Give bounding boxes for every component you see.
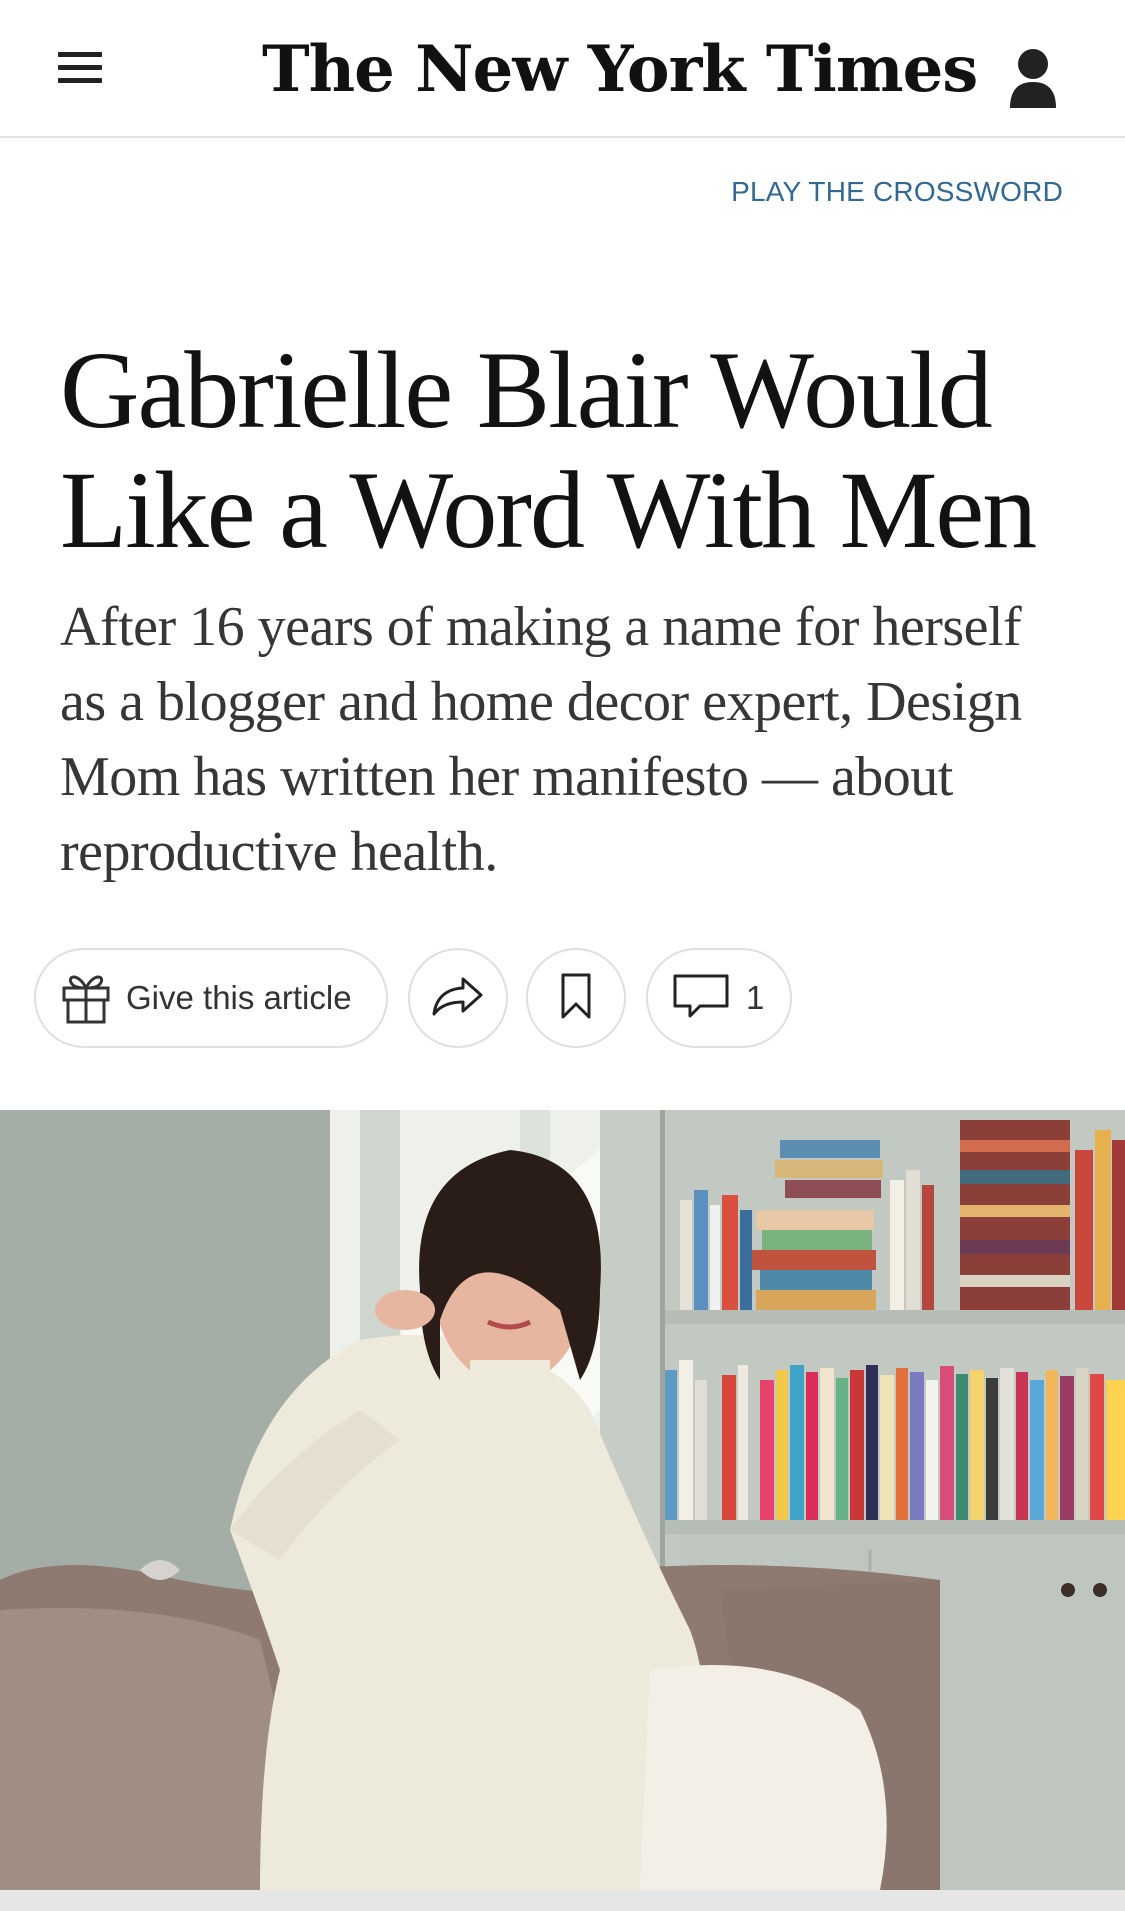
- save-bookmark-button[interactable]: [526, 948, 626, 1048]
- comment-bubble-icon: [672, 972, 730, 1025]
- comments-button[interactable]: 1: [646, 948, 792, 1048]
- give-article-button[interactable]: Give this article: [34, 948, 388, 1048]
- top-navigation-bar: The New York Times: [0, 0, 1125, 138]
- share-button[interactable]: [408, 948, 508, 1048]
- article-headline: Gabrielle Blair Would Like a Word With M…: [60, 329, 1037, 571]
- bottom-edge-bar: [0, 1890, 1125, 1911]
- article-summary: After 16 years of making a name for hers…: [60, 596, 1022, 883]
- comment-count: 1: [746, 979, 765, 1016]
- hamburger-menu-icon[interactable]: [58, 52, 104, 86]
- gift-icon: [60, 968, 112, 1029]
- article-toolbar: Give this article 1: [34, 948, 1094, 1048]
- account-person-icon[interactable]: [1008, 48, 1058, 110]
- nyt-masthead-logo[interactable]: The New York Times: [262, 20, 978, 120]
- article-lead-photo: [0, 1110, 1125, 1890]
- play-crossword-link[interactable]: PLAY THE CROSSWORD: [731, 176, 1063, 208]
- share-arrow-icon: [431, 975, 485, 1022]
- bookmark-icon: [559, 972, 593, 1025]
- give-article-label: Give this article: [126, 979, 352, 1016]
